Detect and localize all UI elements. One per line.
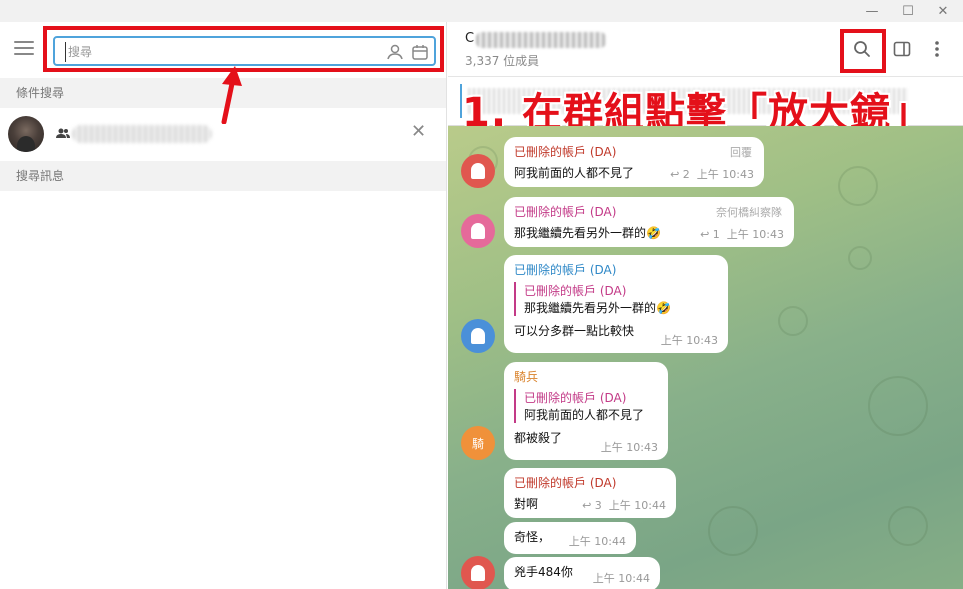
- message-time: 上午 10:43: [726, 228, 784, 241]
- message-bubble[interactable]: 已刪除的帳戶 (DA) 已刪除的帳戶 (DA) 那我繼續先看另外一群的🤣 可以分…: [504, 255, 728, 353]
- message-meta: ↩ 1 上午 10:43: [700, 226, 784, 242]
- remove-filter-icon[interactable]: ✕: [411, 121, 426, 142]
- message-tag: 回覆: [730, 146, 752, 159]
- message-sender: 騎兵: [514, 370, 539, 384]
- close-window-button[interactable]: ✕: [927, 0, 959, 22]
- avatar[interactable]: [461, 556, 495, 589]
- message-meta: ↩ 2 上午 10:43: [670, 166, 754, 182]
- avatar[interactable]: [461, 319, 495, 353]
- message-tag: 奈何橋糾察隊: [716, 206, 782, 219]
- maximize-button[interactable]: ☐: [892, 0, 924, 22]
- message-bubble[interactable]: 已刪除的帳戶 (DA) 奈何橋糾察隊 那我繼續先看另外一群的🤣 ↩ 1 上午 1…: [504, 197, 794, 247]
- search-icon-highlight-frame: [840, 29, 886, 73]
- blurred-chat-name: [72, 125, 212, 143]
- message-sender: 已刪除的帳戶 (DA): [514, 145, 617, 159]
- quoted-sender: 已刪除的帳戶 (DA): [524, 284, 627, 298]
- avatar[interactable]: 騎: [461, 426, 495, 460]
- avatar[interactable]: [461, 154, 495, 188]
- message-time: 上午 10:43: [660, 334, 718, 347]
- minimize-button[interactable]: —: [856, 0, 888, 22]
- quoted-text: 阿我前面的人都不見了: [524, 408, 645, 422]
- avatar: [8, 116, 44, 152]
- message-time: 上午 10:43: [600, 441, 658, 454]
- group-icon: [56, 127, 70, 142]
- message-time: 上午 10:44: [568, 535, 626, 548]
- ghost-icon: [471, 328, 485, 344]
- message-time: 上午 10:44: [608, 499, 666, 512]
- reply-count: ↩ 2: [670, 168, 690, 181]
- message-bubble[interactable]: 兇手484你 上午 10:44: [504, 557, 660, 589]
- chat-message-area[interactable]: 已刪除的帳戶 (DA) 回覆 阿我前面的人都不見了 ↩ 2 上午 10:43 已…: [448, 126, 963, 589]
- message-bubble[interactable]: 已刪除的帳戶 (DA) 回覆 阿我前面的人都不見了 ↩ 2 上午 10:43: [504, 137, 764, 187]
- sidebar-toggle-icon[interactable]: [889, 36, 915, 62]
- message-sender: 已刪除的帳戶 (DA): [514, 476, 617, 490]
- quoted-reply[interactable]: 已刪除的帳戶 (DA) 那我繼續先看另外一群的🤣: [514, 282, 718, 316]
- message-meta: ↩ 3 上午 10:44: [582, 497, 666, 513]
- messages-section-header: 搜尋訊息: [0, 161, 446, 191]
- red-arrow-icon: [221, 66, 242, 124]
- ghost-icon: [471, 223, 485, 239]
- reply-count: ↩ 1: [700, 228, 720, 241]
- quoted-reply[interactable]: 已刪除的帳戶 (DA) 阿我前面的人都不見了: [514, 389, 658, 423]
- blurred-chat-title: [476, 32, 606, 48]
- menu-icon[interactable]: [14, 41, 34, 55]
- message-time: 上午 10:44: [592, 572, 650, 585]
- ghost-icon: [471, 163, 485, 179]
- reply-count: ↩ 3: [582, 499, 602, 512]
- message-bubble[interactable]: 奇怪， 上午 10:44: [504, 522, 636, 554]
- avatar[interactable]: [461, 214, 495, 248]
- ghost-icon: [471, 565, 485, 581]
- window-title-bar: — ☐ ✕: [0, 0, 963, 22]
- message-time: 上午 10:43: [696, 168, 754, 181]
- more-options-icon[interactable]: [924, 36, 950, 62]
- quoted-text: 那我繼續先看另外一群的🤣: [524, 301, 671, 315]
- message-bubble[interactable]: 騎兵 已刪除的帳戶 (DA) 阿我前面的人都不見了 都被殺了 上午 10:43: [504, 362, 668, 460]
- message-sender: 已刪除的帳戶 (DA): [514, 263, 617, 277]
- message-bubble[interactable]: 已刪除的帳戶 (DA) 對啊 ↩ 3 上午 10:44: [504, 468, 676, 518]
- chat-title: C: [465, 31, 475, 46]
- quoted-sender: 已刪除的帳戶 (DA): [524, 391, 627, 405]
- member-count: 3,337 位成員: [465, 54, 540, 68]
